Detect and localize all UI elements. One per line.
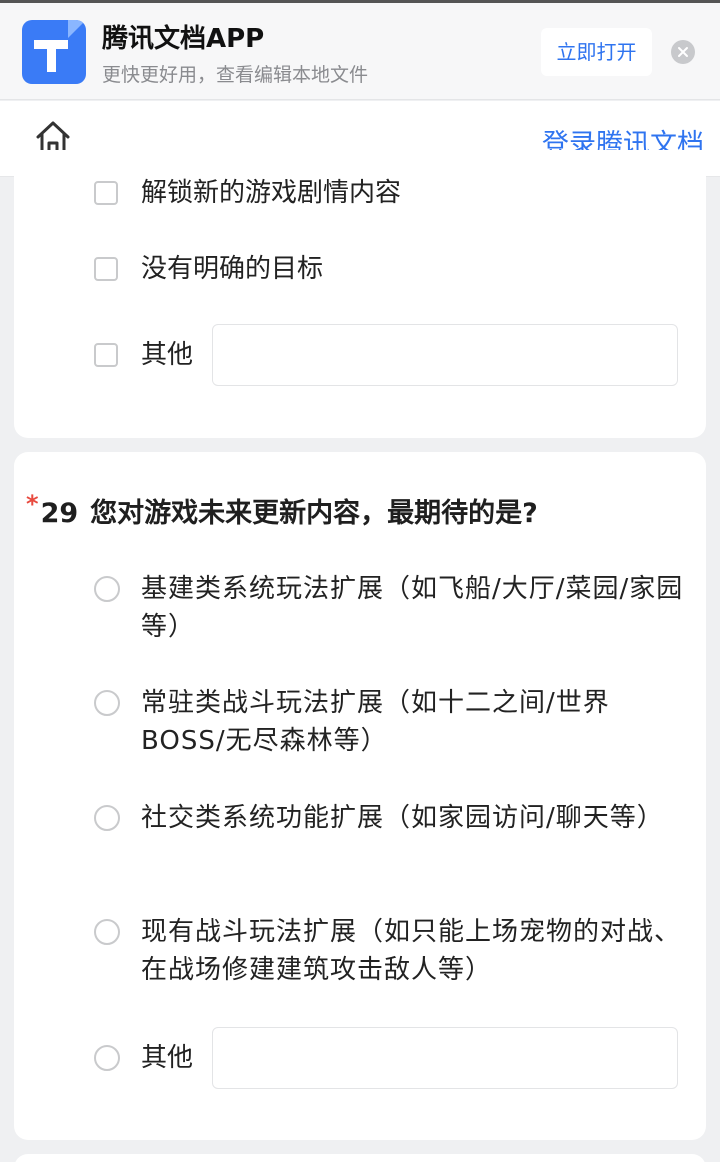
status-divider: [0, 0, 720, 3]
radio-button[interactable]: [94, 1045, 120, 1071]
radio-button[interactable]: [94, 690, 120, 716]
app-subtitle: 更快更好用，查看编辑本地文件: [102, 64, 369, 86]
question-text: 您对游戏未来更新内容，最期待的是?: [90, 498, 538, 529]
radio-option[interactable]: 基建类系统玩法扩展（如飞船/大厅/菜园/家园等）: [94, 570, 692, 646]
radio-button[interactable]: [94, 576, 120, 602]
option-label: 基建类系统玩法扩展（如飞船/大厅/菜园/家园等）: [141, 574, 684, 642]
other-text-input[interactable]: [212, 1027, 678, 1089]
radio-option[interactable]: 现有战斗玩法扩展（如只能上场宠物的对战、在战场修建建筑攻击敌人等）: [94, 913, 692, 989]
checkbox-option[interactable]: 没有明确的目标: [94, 250, 692, 288]
option-label: 其他: [141, 340, 194, 370]
radio-option[interactable]: 社交类系统功能扩展（如家园访问/聊天等）: [94, 799, 692, 875]
checkbox[interactable]: [94, 181, 118, 205]
option-label: 现有战斗玩法扩展（如只能上场宠物的对战、在战场修建建筑攻击敌人等）: [141, 917, 682, 985]
radio-option[interactable]: 常驻类战斗玩法扩展（如十二之间/世界BOSS/无尽森林等）: [94, 684, 692, 760]
question-number: 29: [40, 498, 79, 529]
question-title: *29 您对游戏未来更新内容，最期待的是?: [26, 490, 686, 530]
checkbox[interactable]: [94, 257, 118, 281]
radio-option-other[interactable]: 其他: [94, 1027, 692, 1089]
question-card-next: [14, 1154, 706, 1162]
tencent-docs-logo: [22, 20, 86, 84]
question-card-previous: 解锁新的游戏剧情内容 没有明确的目标 其他: [14, 150, 706, 438]
option-label: 没有明确的目标: [141, 254, 324, 284]
other-text-input[interactable]: [212, 324, 678, 386]
option-label: 社交类系统功能扩展（如家园访问/聊天等）: [141, 803, 664, 833]
close-icon[interactable]: [671, 40, 695, 64]
checkbox[interactable]: [94, 343, 118, 367]
open-app-button[interactable]: 立即打开: [541, 28, 652, 76]
radio-button[interactable]: [94, 919, 120, 945]
required-mark: *: [26, 490, 39, 518]
app-download-banner: 腾讯文档APP 更快更好用，查看编辑本地文件 立即打开: [0, 0, 720, 100]
option-label: 常驻类战斗玩法扩展（如十二之间/世界BOSS/无尽森林等）: [141, 688, 610, 756]
checkbox-option[interactable]: 解锁新的游戏剧情内容: [94, 174, 692, 212]
radio-button[interactable]: [94, 805, 120, 831]
checkbox-option-other[interactable]: 其他: [94, 324, 692, 386]
app-name: 腾讯文档APP: [102, 24, 265, 54]
question-card-29: *29 您对游戏未来更新内容，最期待的是? 基建类系统玩法扩展（如飞船/大厅/菜园…: [14, 452, 706, 1140]
option-label: 解锁新的游戏剧情内容: [141, 178, 402, 208]
option-label: 其他: [141, 1043, 194, 1073]
